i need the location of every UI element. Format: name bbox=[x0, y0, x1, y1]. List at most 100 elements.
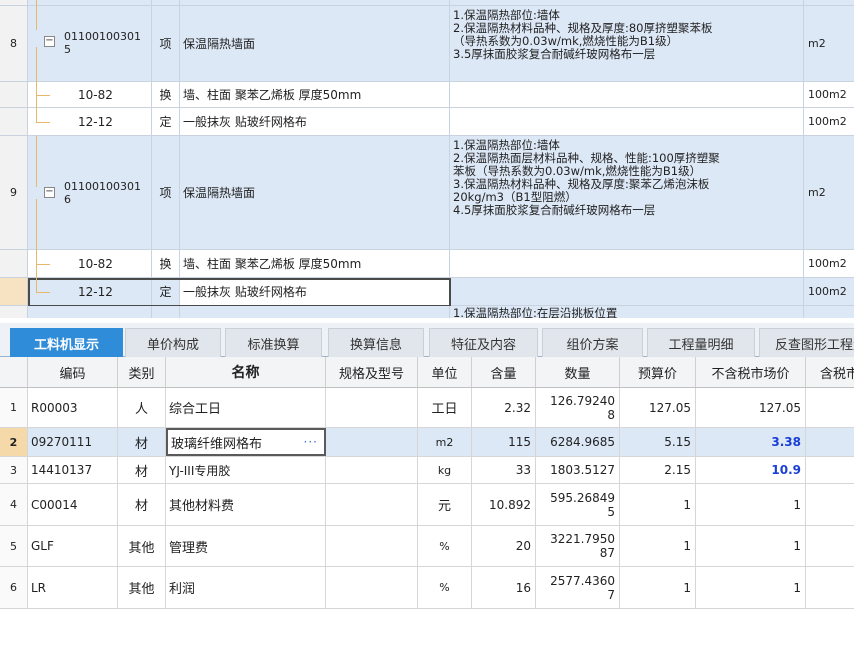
item-features[interactable]: 1.保温隔热部位:墙体 2.保温隔热材料品种、规格及厚度:80厚挤塑聚苯板 （导… bbox=[450, 6, 804, 81]
tab-features-content[interactable]: 特征及内容 bbox=[429, 328, 538, 357]
quota-name[interactable]: 一般抹灰 贴玻纤网格布 bbox=[180, 108, 450, 135]
table-row[interactable]: 6 LR 其他 利润 % 16 2577.4360 7 1 1 bbox=[0, 567, 854, 609]
resource-category[interactable]: 材 bbox=[118, 484, 166, 525]
table-row[interactable]: 4 C00014 材 其他材料费 元 10.892 595.26849 5 1 1 bbox=[0, 484, 854, 526]
col-header-amount[interactable]: 数量 bbox=[536, 357, 620, 387]
item-name[interactable]: 保温隔热墙面 bbox=[180, 6, 450, 81]
resource-spec[interactable] bbox=[326, 484, 418, 525]
resource-name[interactable]: 其他材料费 bbox=[166, 484, 326, 525]
resource-category[interactable]: 人 bbox=[118, 388, 166, 427]
resource-qty-per[interactable]: 10.892 bbox=[472, 484, 536, 525]
collapse-icon[interactable]: − bbox=[44, 187, 55, 198]
table-row[interactable]: 5 GLF 其他 管理费 % 20 3221.7950 87 1 1 bbox=[0, 526, 854, 567]
col-header-market-price-incl-tax[interactable]: 含税市场价 bbox=[806, 357, 854, 387]
table-row-selected[interactable]: 2 09270111 材 玻璃纤维网格布 ··· m2 115 6284.968… bbox=[0, 428, 854, 457]
quota-name[interactable]: 墙、柱面 聚苯乙烯板 厚度50mm bbox=[180, 250, 450, 277]
col-header-budget-price[interactable]: 预算价 bbox=[620, 357, 696, 387]
resource-name[interactable]: YJ-III专用胶 bbox=[166, 457, 326, 483]
resource-name-editor[interactable]: 玻璃纤维网格布 ··· bbox=[166, 428, 326, 456]
tab-quantity-details[interactable]: 工程量明细 bbox=[647, 328, 755, 357]
resource-market-price[interactable]: 1 bbox=[696, 484, 806, 525]
table-row-quota[interactable]: 12-12 定 一般抹灰 贴玻纤网格布 100m2 bbox=[0, 108, 854, 136]
resource-amount[interactable]: 6284.9685 bbox=[536, 428, 620, 456]
item-code-cell[interactable]: − 01100100301 6 bbox=[28, 136, 152, 249]
quota-name[interactable]: 一般抹灰 贴玻纤网格布 bbox=[180, 278, 450, 305]
table-row[interactable]: 1.保温隔热部位:在层沿挑板位置 bbox=[0, 306, 854, 318]
resource-market-price[interactable]: 127.05 bbox=[696, 388, 806, 427]
col-header-code[interactable]: 编码 bbox=[28, 357, 118, 387]
resource-spec[interactable] bbox=[326, 457, 418, 483]
resource-amount[interactable]: 3221.7950 87 bbox=[536, 526, 620, 566]
table-row[interactable]: 1 R00003 人 综合工日 工日 2.32 126.79240 8 127.0… bbox=[0, 388, 854, 428]
resource-category[interactable]: 材 bbox=[118, 457, 166, 483]
collapse-icon[interactable]: − bbox=[44, 36, 55, 47]
table-row-bill-item-9[interactable]: 9 − 01100100301 6 项 保温隔热墙面 1.保温隔热部位:墙体 2.… bbox=[0, 136, 854, 250]
col-header-category[interactable]: 类别 bbox=[118, 357, 166, 387]
more-options-icon[interactable]: ··· bbox=[304, 435, 318, 449]
resource-budget-price[interactable]: 2.15 bbox=[620, 457, 696, 483]
resource-market-price-incl-tax[interactable] bbox=[806, 428, 854, 456]
resource-category[interactable]: 其他 bbox=[118, 526, 166, 566]
resource-qty-per[interactable]: 20 bbox=[472, 526, 536, 566]
resource-code[interactable]: GLF bbox=[28, 526, 118, 566]
resource-code[interactable]: 14410137 bbox=[28, 457, 118, 483]
resource-category[interactable]: 其他 bbox=[118, 567, 166, 608]
resource-qty-per[interactable]: 2.32 bbox=[472, 388, 536, 427]
resource-unit[interactable]: % bbox=[418, 567, 472, 608]
tab-labor-material-machine[interactable]: 工料机显示 bbox=[10, 328, 123, 357]
resource-spec[interactable] bbox=[326, 526, 418, 566]
resource-category[interactable]: 材 bbox=[118, 428, 166, 456]
tab-conversion-info[interactable]: 换算信息 bbox=[328, 328, 424, 357]
tab-standard-conversion[interactable]: 标准换算 bbox=[225, 328, 322, 357]
resource-code[interactable]: C00014 bbox=[28, 484, 118, 525]
resource-budget-price[interactable]: 1 bbox=[620, 567, 696, 608]
quota-name[interactable]: 墙、柱面 聚苯乙烯板 厚度50mm bbox=[180, 82, 450, 107]
resource-market-price[interactable]: 1 bbox=[696, 526, 806, 566]
col-header-qty-per[interactable]: 含量 bbox=[472, 357, 536, 387]
item-code-cell[interactable]: − 01100100301 5 bbox=[28, 6, 152, 81]
resource-name[interactable]: 综合工日 bbox=[166, 388, 326, 427]
col-header-unit[interactable]: 单位 bbox=[418, 357, 472, 387]
resource-code[interactable]: LR bbox=[28, 567, 118, 608]
resource-budget-price[interactable]: 5.15 bbox=[620, 428, 696, 456]
table-row[interactable]: 3 14410137 材 YJ-III专用胶 kg 33 1803.5127 2… bbox=[0, 457, 854, 484]
resource-budget-price[interactable]: 127.05 bbox=[620, 388, 696, 427]
table-row-quota[interactable]: 10-82 换 墙、柱面 聚苯乙烯板 厚度50mm 100m2 bbox=[0, 250, 854, 278]
col-header-name[interactable]: 名称 bbox=[166, 357, 326, 387]
resource-code[interactable]: R00003 bbox=[28, 388, 118, 427]
resource-unit[interactable]: % bbox=[418, 526, 472, 566]
col-header-market-price-excl-tax[interactable]: 不含税市场价 bbox=[696, 357, 806, 387]
resource-market-price-incl-tax[interactable] bbox=[806, 457, 854, 483]
table-row-bill-item-8[interactable]: 8 − 01100100301 5 项 保温隔热墙面 1.保温隔热部位:墙体 2.… bbox=[0, 6, 854, 82]
tab-unit-price-composition[interactable]: 单价构成 bbox=[125, 328, 221, 357]
resource-market-price[interactable]: 3.38 bbox=[696, 428, 806, 456]
resource-market-price-incl-tax[interactable] bbox=[806, 388, 854, 427]
resource-code[interactable]: 09270111 bbox=[28, 428, 118, 456]
col-header-spec[interactable]: 规格及型号 bbox=[326, 357, 418, 387]
resource-spec[interactable] bbox=[326, 567, 418, 608]
resource-qty-per[interactable]: 16 bbox=[472, 567, 536, 608]
resource-name[interactable]: 管理费 bbox=[166, 526, 326, 566]
table-row-quota[interactable]: 10-82 换 墙、柱面 聚苯乙烯板 厚度50mm 100m2 bbox=[0, 82, 854, 108]
resource-qty-per[interactable]: 33 bbox=[472, 457, 536, 483]
resource-budget-price[interactable]: 1 bbox=[620, 526, 696, 566]
resource-spec[interactable] bbox=[326, 388, 418, 427]
resource-spec[interactable] bbox=[326, 428, 418, 456]
resource-market-price-incl-tax[interactable] bbox=[806, 484, 854, 525]
resource-amount[interactable]: 595.26849 5 bbox=[536, 484, 620, 525]
resource-unit[interactable]: kg bbox=[418, 457, 472, 483]
resource-unit[interactable]: m2 bbox=[418, 428, 472, 456]
resource-budget-price[interactable]: 1 bbox=[620, 484, 696, 525]
tab-pricing-scheme[interactable]: 组价方案 bbox=[542, 328, 643, 357]
resource-qty-per[interactable]: 115 bbox=[472, 428, 536, 456]
tab-reverse-lookup-quantity[interactable]: 反查图形工程量 bbox=[759, 328, 854, 357]
resource-name[interactable]: 利润 bbox=[166, 567, 326, 608]
resource-amount[interactable]: 2577.4360 7 bbox=[536, 567, 620, 608]
resource-market-price-incl-tax[interactable] bbox=[806, 526, 854, 566]
resource-market-price[interactable]: 1 bbox=[696, 567, 806, 608]
resource-unit[interactable]: 工日 bbox=[418, 388, 472, 427]
resource-unit[interactable]: 元 bbox=[418, 484, 472, 525]
table-row-quota-selected[interactable]: 12-12 定 一般抹灰 贴玻纤网格布 100m2 bbox=[0, 278, 854, 306]
resource-market-price[interactable]: 10.9 bbox=[696, 457, 806, 483]
item-features[interactable]: 1.保温隔热部位:墙体 2.保温隔热面层材料品种、规格、性能:100厚挤塑聚 苯… bbox=[450, 136, 804, 249]
